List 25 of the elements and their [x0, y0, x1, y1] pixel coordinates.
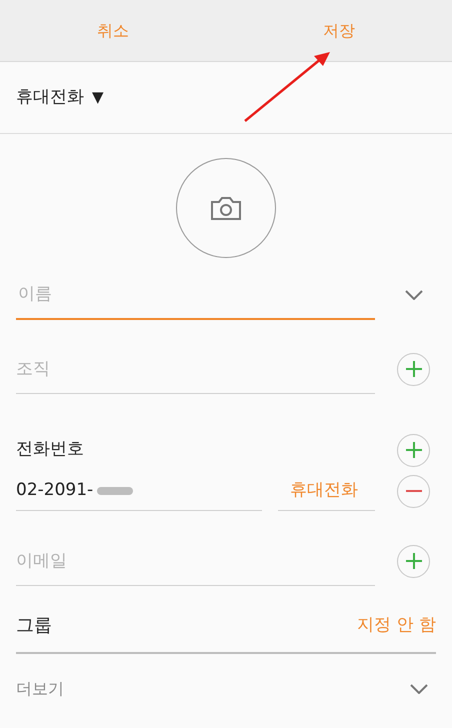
- plus-icon: [404, 360, 422, 378]
- account-dropdown[interactable]: 휴대전화 ▼: [0, 62, 452, 134]
- save-button[interactable]: 저장: [226, 0, 452, 61]
- plus-icon: [404, 552, 422, 570]
- photo-button[interactable]: [176, 158, 276, 258]
- plus-icon: [404, 441, 422, 459]
- email-field[interactable]: 이메일: [16, 536, 375, 586]
- remove-button[interactable]: [397, 474, 430, 508]
- more-row[interactable]: 더보기: [0, 654, 452, 724]
- cancel-button[interactable]: 취소: [0, 0, 226, 61]
- group-label: 그룹: [16, 614, 52, 638]
- add-button[interactable]: [397, 434, 430, 466]
- phone-number-field[interactable]: 02-2091-: [16, 471, 262, 511]
- organization-field[interactable]: 조직: [16, 344, 375, 394]
- phone-label: 전화번호: [16, 438, 85, 462]
- group-value[interactable]: 지정 안 함: [357, 612, 436, 638]
- chevron-down-icon: [410, 684, 428, 694]
- camera-icon: [210, 195, 242, 221]
- phone-type-dropdown[interactable]: 휴대전화: [278, 471, 375, 511]
- minus-icon: [404, 489, 422, 493]
- phone-number: 02-2091-: [16, 478, 94, 502]
- name-field[interactable]: 이름: [16, 270, 375, 320]
- add-button[interactable]: [397, 352, 430, 386]
- chevron-down-icon: [404, 290, 422, 300]
- add-button[interactable]: [397, 544, 430, 578]
